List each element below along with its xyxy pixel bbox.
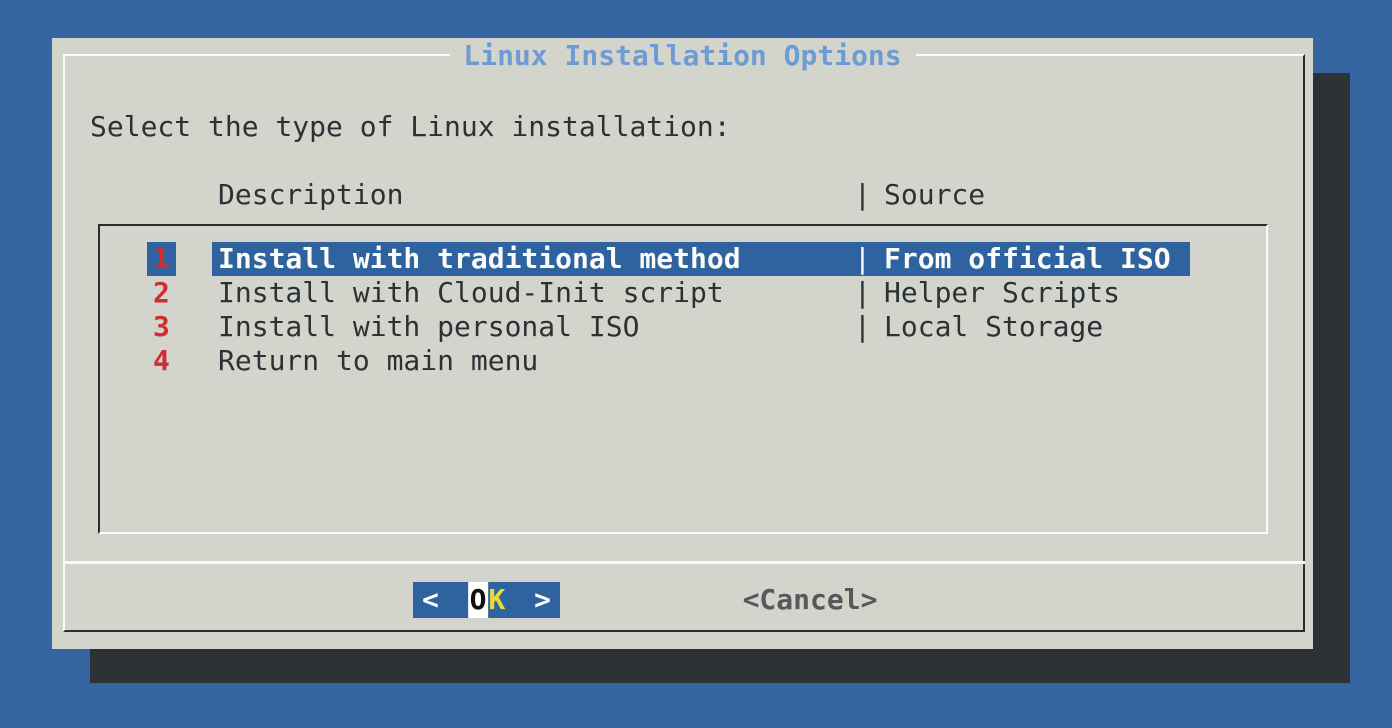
menu-item-tag: 1: [147, 242, 176, 276]
menu-item-description: Return to main menu: [218, 344, 538, 378]
menu-item-tag: 4: [147, 344, 176, 378]
menu-item-2[interactable]: 2 Install with Cloud-Init script | Helper S…: [100, 276, 1266, 310]
prompt-text: Select the type of Linux installation:: [90, 110, 731, 144]
cancel-button[interactable]: <Cancel>: [743, 582, 878, 618]
column-divider: |: [854, 242, 871, 276]
ok-button[interactable]: < O K >: [413, 582, 560, 618]
terminal-screen: Linux Installation Options Select the ty…: [0, 0, 1392, 728]
menu-item-source: Local Storage: [884, 310, 1103, 344]
menu-item-tag: 3: [147, 310, 176, 344]
column-divider: |: [854, 310, 871, 344]
ok-button-cursor-char: O: [468, 582, 489, 618]
installation-options-dialog: Linux Installation Options Select the ty…: [52, 38, 1313, 649]
menu-item-description: Install with personal ISO: [218, 310, 639, 344]
ok-button-close-bracket: >: [534, 582, 551, 618]
dialog-title: Linux Installation Options: [449, 41, 915, 71]
column-header-description: Description: [218, 178, 403, 212]
menu-rows: 1 Install with traditional method | From of…: [100, 226, 1266, 532]
menu-item-1[interactable]: 1 Install with traditional method | From of…: [100, 242, 1266, 276]
menu-item-3[interactable]: 3 Install with personal ISO | Local Storage: [100, 310, 1266, 344]
menu-item-source: Helper Scripts: [884, 276, 1120, 310]
menu-listbox: 1 Install with traditional method | From of…: [98, 224, 1268, 534]
column-divider: |: [854, 276, 871, 310]
menu-item-description: Install with Cloud-Init script: [218, 276, 724, 310]
menu-item-4[interactable]: 4 Return to main menu: [100, 344, 1266, 378]
menu-item-description: Install with traditional method: [218, 242, 741, 276]
column-divider: |: [854, 178, 871, 212]
column-header-source: Source: [884, 178, 985, 212]
button-area-separator: [63, 561, 1305, 564]
ok-button-hotkey-char: K: [489, 582, 506, 618]
menu-item-source: From official ISO: [884, 242, 1171, 276]
ok-button-open-bracket: <: [422, 582, 439, 618]
ok-button-label: O K: [468, 582, 506, 618]
column-header-row: Description | Source: [52, 178, 1313, 212]
menu-item-tag: 2: [147, 276, 176, 310]
